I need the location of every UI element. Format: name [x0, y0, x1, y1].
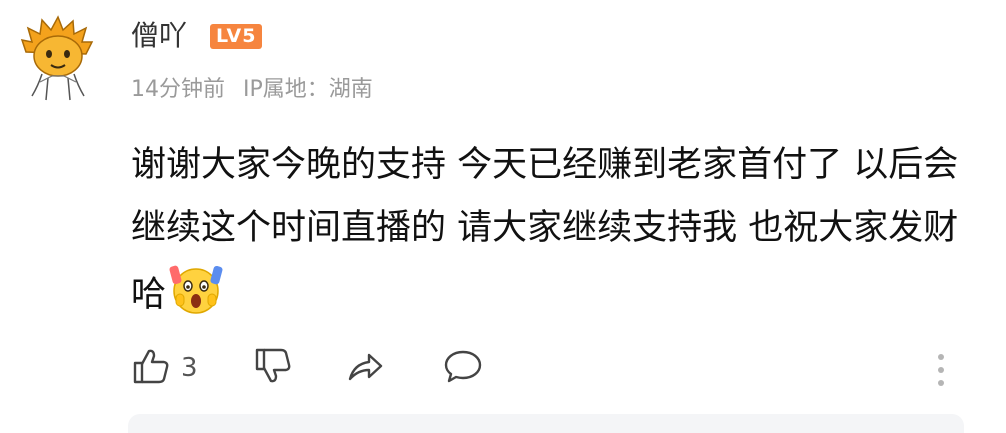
like-count: 3	[181, 353, 198, 383]
vertical-dots-icon[interactable]	[934, 350, 948, 390]
thumbs-up-icon[interactable]	[131, 346, 171, 386]
user-avatar[interactable]	[18, 12, 96, 104]
ip-location: IP属地：湖南	[243, 77, 373, 102]
thumbs-down-icon[interactable]	[253, 346, 293, 386]
comment-meta: 14分钟前 IP属地：湖南	[131, 74, 373, 106]
reply-input-area[interactable]	[128, 414, 964, 433]
comment-text: 谢谢大家今晚的支持 今天已经赚到老家首付了 以后会继续这个时间直播的 请大家继续…	[131, 145, 959, 315]
comment-body: 谢谢大家今晚的支持 今天已经赚到老家首付了 以后会继续这个时间直播的 请大家继续…	[131, 134, 973, 327]
level-badge: LV5	[210, 24, 263, 49]
speech-bubble-icon[interactable]	[443, 346, 483, 386]
username[interactable]: 僧吖	[131, 18, 187, 54]
screaming-face-emoji-icon	[169, 265, 223, 314]
comment-time: 14分钟前	[131, 77, 225, 102]
share-arrow-icon[interactable]	[345, 346, 385, 386]
